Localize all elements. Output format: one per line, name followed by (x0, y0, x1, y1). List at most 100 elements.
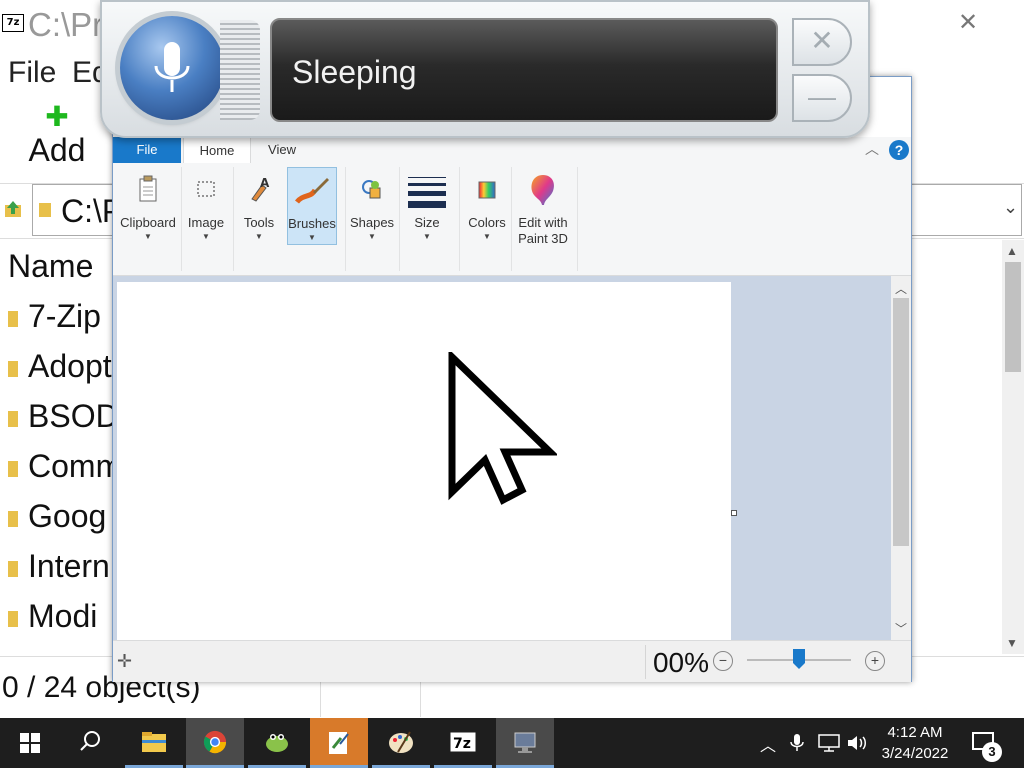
clock-date: 3/24/2022 (881, 745, 949, 762)
remote-desktop-taskbar-button[interactable] (496, 718, 554, 768)
microphone-button[interactable] (120, 16, 224, 120)
add-button-label: Add (28, 132, 86, 168)
paint3d-icon (524, 171, 562, 209)
folder-icon (8, 310, 18, 327)
scroll-thumb[interactable] (893, 298, 909, 546)
brush-icon (293, 172, 331, 210)
size-button[interactable]: Size ▼ (403, 167, 451, 271)
notepad-plus-plus-icon (266, 734, 288, 752)
microphone-tray-icon[interactable] (790, 734, 804, 752)
folder-icon (8, 560, 18, 577)
network-icon[interactable] (818, 734, 840, 752)
system-clock[interactable]: 4:12 AM 3/24/2022 (872, 722, 958, 764)
chevron-down-icon: ▼ (483, 232, 491, 241)
brushes-button[interactable]: Brushes ▼ (287, 167, 337, 245)
edit-with-paint-3d-button[interactable]: Edit with Paint 3D (513, 167, 573, 271)
canvas-scrollbar[interactable]: ︿ ﹀ (891, 276, 911, 640)
clipboard-button[interactable]: Clipboard ▼ (117, 167, 179, 271)
collapse-ribbon-icon[interactable]: ︿ (865, 139, 879, 159)
file-explorer-taskbar-button[interactable] (125, 718, 183, 768)
help-icon[interactable]: ? (889, 140, 909, 160)
7zip-icon: 7z (450, 732, 476, 752)
tab-home[interactable]: Home (183, 137, 251, 164)
minimize-button[interactable]: — (792, 74, 852, 122)
scroll-up-icon[interactable]: ︿ (895, 280, 907, 297)
windows-start-icon[interactable] (20, 733, 40, 753)
colors-button[interactable]: Colors ▼ (463, 167, 511, 271)
notepad-icon (329, 732, 349, 754)
add-button[interactable]: ✚ Add (22, 101, 92, 176)
clipboard-icon (129, 171, 167, 209)
zoom-slider-knob[interactable] (793, 649, 805, 669)
status-display: Sleeping (270, 18, 778, 122)
colors-icon (468, 171, 506, 209)
image-button[interactable]: Image ▼ (183, 167, 229, 271)
paint-taskbar-button[interactable] (372, 718, 430, 768)
list-item[interactable]: Modi (8, 598, 97, 638)
folder-icon (8, 410, 18, 427)
select-icon (187, 171, 225, 209)
chrome-icon (203, 730, 227, 754)
zoom-out-icon[interactable]: − (713, 651, 733, 671)
resize-handle[interactable] (731, 510, 737, 516)
tab-view[interactable]: View (253, 137, 311, 163)
column-header-name[interactable]: Name (8, 248, 93, 285)
zip-close-icon[interactable]: ✕ (958, 8, 978, 37)
notepad-taskbar-button[interactable] (310, 718, 368, 768)
7zip-taskbar-button[interactable]: 7z (434, 718, 492, 768)
shapes-button[interactable]: Shapes ▼ (347, 167, 397, 271)
paint-palette-icon (389, 731, 413, 753)
notification-count-badge: 3 (982, 742, 1002, 762)
scroll-down-icon[interactable]: ﹀ (895, 620, 907, 637)
paint-statusbar: ✛ 100% − + (113, 640, 911, 682)
microphone-icon (154, 42, 190, 92)
list-item[interactable]: 7-Zip (8, 298, 101, 338)
notepad-plus-plus-taskbar-button[interactable] (248, 718, 306, 768)
list-item[interactable]: Intern (8, 548, 110, 588)
plus-icon: ✚ (45, 101, 69, 132)
chevron-down-icon: ▼ (255, 232, 263, 241)
pointer-cursor-icon (448, 352, 557, 505)
zoom-level: 100% (653, 647, 709, 678)
tools-button[interactable]: A Tools ▼ (235, 167, 283, 271)
taskbar: 7z ︿ 4:12 AM 3/24/2022 3 (0, 718, 1024, 768)
ribbon-tabs: File Home View ︿ ? (113, 137, 911, 164)
list-item[interactable]: BSOD (8, 398, 119, 438)
file-explorer-icon (142, 732, 166, 752)
show-hidden-icons-icon[interactable]: ︿ (760, 732, 776, 756)
scroll-down-icon[interactable]: ▼ (1006, 636, 1018, 650)
svg-text:7z: 7z (453, 736, 471, 752)
recognition-state: Sleeping (292, 54, 417, 90)
zoom-in-icon[interactable]: + (865, 651, 885, 671)
svg-text:A: A (260, 176, 270, 190)
size-icon (408, 171, 446, 209)
ribbon: Clipboard ▼ Image ▼ A Tools ▼ Brushes ▼ … (113, 163, 911, 276)
list-item[interactable]: Goog (8, 498, 106, 538)
paint-window: File Home View ︿ ? Clipboard ▼ Image ▼ A (112, 76, 912, 682)
list-item[interactable]: Adopt (8, 348, 112, 388)
folder-icon (8, 460, 18, 477)
drawing-canvas[interactable] (117, 282, 731, 640)
tab-file[interactable]: File (113, 137, 181, 163)
list-item[interactable]: Comm (8, 448, 122, 488)
chrome-taskbar-button[interactable] (186, 718, 244, 768)
chevron-down-icon: ▼ (144, 232, 152, 241)
canvas-area (113, 276, 891, 640)
zip-scrollbar[interactable]: ▲ ▼ (1002, 240, 1024, 654)
menu-file[interactable]: File (8, 56, 56, 90)
search-icon[interactable] (80, 730, 102, 752)
close-button[interactable]: ✕ (792, 18, 852, 66)
up-folder-icon[interactable] (4, 200, 22, 218)
volume-meter (220, 20, 260, 120)
chevron-down-icon[interactable]: ⌄ (1003, 197, 1018, 218)
volume-icon[interactable] (846, 734, 868, 752)
tools-icon: A (240, 171, 278, 209)
scroll-thumb[interactable] (1005, 262, 1021, 372)
7zip-app-icon: 7z (2, 14, 24, 32)
shapes-icon (353, 171, 391, 209)
scroll-up-icon[interactable]: ▲ (1006, 244, 1018, 258)
folder-icon (8, 610, 18, 627)
chevron-down-icon: ▼ (202, 232, 210, 241)
chevron-down-icon: ▼ (423, 232, 431, 241)
move-cursor-icon: ✛ (117, 651, 133, 671)
